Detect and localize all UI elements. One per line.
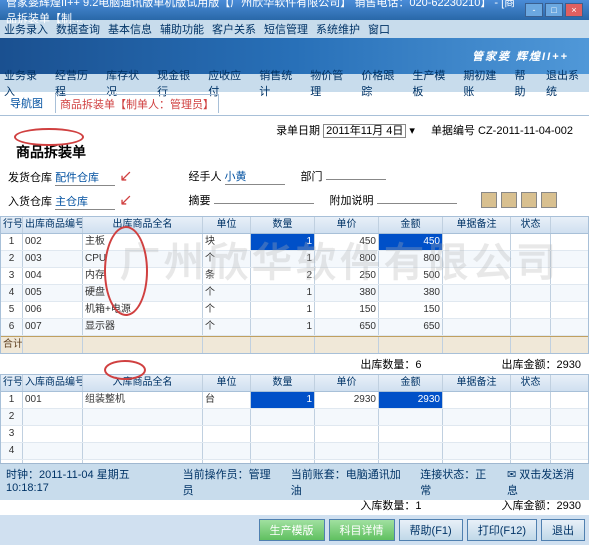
table-row[interactable]: 3: [1, 426, 588, 443]
person-label: 经手人: [188, 171, 221, 183]
col-header[interactable]: 入库商品全名: [83, 375, 203, 391]
out-warehouse-field[interactable]: 配件仓库: [55, 169, 115, 186]
col-header[interactable]: 单价: [315, 375, 379, 391]
table-row[interactable]: 2 003 CPU 个 1 800 800: [1, 251, 588, 268]
menu-item[interactable]: 客户关系: [212, 21, 256, 37]
out-amt-value: 2930: [557, 359, 581, 371]
col-header[interactable]: 单位: [203, 375, 251, 391]
col-header[interactable]: 单价: [315, 217, 379, 233]
arrow-icon: ↙: [119, 168, 132, 185]
print-button[interactable]: 打印(F12): [467, 519, 537, 541]
table-row[interactable]: 6 007 显示器 个 1 650 650: [1, 319, 588, 336]
status-bar: 时钟：2011-11-04 星期五 10:18:17 当前操作员：管理员 当前账…: [0, 463, 589, 500]
maximize-button[interactable]: □: [545, 3, 563, 17]
sum-row: 合计: [1, 336, 588, 353]
conn-label: 连接状态：: [420, 469, 475, 481]
out-amt-label: 出库金额：: [502, 359, 557, 371]
tab-item[interactable]: 价格跟踪: [361, 67, 400, 99]
col-header[interactable]: 行号: [1, 375, 23, 391]
col-header[interactable]: 行号: [1, 217, 23, 233]
col-header[interactable]: 单据备注: [443, 217, 511, 233]
menu-item[interactable]: 短信管理: [264, 21, 308, 37]
tab-item[interactable]: 帮助: [514, 67, 534, 99]
note-label: 附加说明: [330, 195, 374, 207]
tab-item[interactable]: 销售统计: [259, 67, 298, 99]
note-field[interactable]: [377, 203, 457, 204]
tool-icon[interactable]: [541, 192, 557, 208]
tab-item[interactable]: 物价管理: [310, 67, 349, 99]
col-header[interactable]: 金额: [379, 375, 443, 391]
table-row[interactable]: 5 006 机箱+电源 个 1 150 150: [1, 302, 588, 319]
docno-value: CZ-2011-11-04-002: [478, 125, 573, 137]
tab-item[interactable]: 生产模板: [412, 67, 451, 99]
dept-label: 部门: [301, 171, 323, 183]
button-bar: 生产模版 科目详情 帮助(F1) 打印(F12) 退出: [0, 515, 589, 545]
out-table: 行号 出库商品编号 出库商品全名 单位 数量 单价 金额 单据备注 状态 1 0…: [0, 216, 589, 354]
tool-icon[interactable]: [481, 192, 497, 208]
docno-label: 单据编号: [431, 125, 475, 137]
col-header[interactable]: 数量: [251, 217, 315, 233]
tool-icon[interactable]: [501, 192, 517, 208]
nav-tab[interactable]: 导航图: [6, 94, 47, 113]
clock-label: 时钟：: [6, 469, 39, 481]
col-header[interactable]: 金额: [379, 217, 443, 233]
minimize-button[interactable]: -: [525, 3, 543, 17]
menu-item[interactable]: 系统维护: [316, 21, 360, 37]
in-amt-label: 入库金额：: [502, 500, 557, 512]
in-qty-label: 入库数量：: [360, 500, 415, 512]
menu-item[interactable]: 辅助功能: [160, 21, 204, 37]
module-tabs: 业务录入 经营历程 库存状况 现金银行 应收应付 销售统计 物价管理 价格跟踪 …: [0, 74, 589, 92]
out-qty-value: 6: [415, 359, 421, 371]
out-total: 出库数量：6 出库金额：2930: [0, 354, 589, 374]
sum-label: 合计: [1, 337, 23, 353]
col-header[interactable]: 单据备注: [443, 375, 511, 391]
table-row[interactable]: 4: [1, 443, 588, 460]
out-qty-label: 出库数量：: [360, 359, 415, 371]
detail-button[interactable]: 科目详情: [329, 519, 395, 541]
col-header[interactable]: 状态: [511, 375, 551, 391]
menu-item[interactable]: 数据查询: [56, 21, 100, 37]
template-button[interactable]: 生产模版: [259, 519, 325, 541]
in-qty-value: 1: [415, 500, 421, 512]
date-label: 录单日期: [276, 125, 320, 137]
menu-item[interactable]: 基本信息: [108, 21, 152, 37]
operator-label: 当前操作员：: [183, 469, 249, 481]
table-row[interactable]: 1 001 组装整机 台 1 2930 2930: [1, 392, 588, 409]
close-button[interactable]: ×: [565, 3, 583, 17]
col-header[interactable]: 数量: [251, 375, 315, 391]
exit-button[interactable]: 退出: [541, 519, 585, 541]
table-row[interactable]: 3 004 内存 条 2 250 500: [1, 268, 588, 285]
account-label: 当前账套：: [291, 469, 346, 481]
col-header[interactable]: 出库商品全名: [83, 217, 203, 233]
table-row[interactable]: 2: [1, 409, 588, 426]
window-titlebar: 管家婆辉煌II++ 9.2电脑通讯版单机版试用版【广州欣华软件有限公司】 销售电…: [0, 0, 589, 20]
menu-item[interactable]: 窗口: [368, 21, 390, 37]
tab-item[interactable]: 期初建账: [463, 67, 502, 99]
in-warehouse-label: 入货仓库: [8, 196, 52, 208]
col-header[interactable]: 单位: [203, 217, 251, 233]
in-warehouse-field[interactable]: 主仓库: [55, 193, 115, 210]
help-button[interactable]: 帮助(F1): [399, 519, 463, 541]
tool-icon[interactable]: [521, 192, 537, 208]
arrow-icon: ↙: [119, 192, 132, 209]
active-tab[interactable]: 商品拆装单【制单人：管理员】: [55, 94, 219, 113]
col-header[interactable]: 状态: [511, 217, 551, 233]
col-header[interactable]: 出库商品编号: [23, 217, 83, 233]
in-amt-value: 2930: [557, 500, 581, 512]
form-title: 商品拆装单: [8, 140, 94, 164]
brand-text: 管家婆 辉煌II++: [472, 48, 569, 64]
menu-item[interactable]: 业务录入: [4, 21, 48, 37]
col-header[interactable]: 入库商品编号: [23, 375, 83, 391]
date-field[interactable]: 2011年11月 4日: [323, 124, 406, 138]
form-header: 录单日期 2011年11月 4日 ▾ 单据编号 CZ-2011-11-04-00…: [0, 116, 589, 216]
table-row[interactable]: 4 005 硬盘 个 1 380 380: [1, 285, 588, 302]
summary-field[interactable]: [214, 203, 314, 204]
tab-item[interactable]: 退出系统: [546, 67, 585, 99]
tip-text: 双击发送消息: [507, 469, 574, 497]
summary-label: 摘要: [188, 195, 210, 207]
dept-field[interactable]: [326, 179, 386, 180]
person-field[interactable]: 小黄: [225, 168, 285, 185]
out-warehouse-label: 发货仓库: [8, 172, 52, 184]
table-row[interactable]: 1 002 主板 块 1 450 450: [1, 234, 588, 251]
